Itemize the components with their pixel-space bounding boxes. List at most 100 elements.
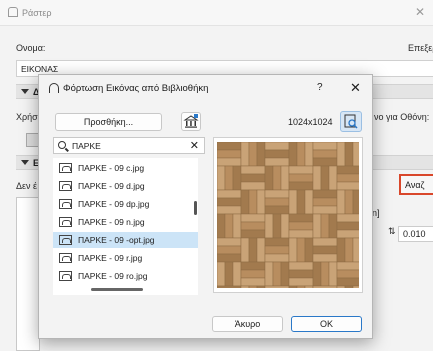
parquet-plank	[240, 142, 250, 167]
parquet-plank	[288, 285, 298, 288]
parquet-plank	[240, 189, 250, 215]
parquet-plank	[288, 213, 314, 223]
parquet-plank	[248, 285, 258, 288]
dialog-titlebar: Φόρτωση Εικόνας από Βιβλιοθήκη ? ✕	[39, 75, 372, 101]
collapse-triangle-icon	[21, 89, 29, 94]
parquet-plank	[224, 165, 234, 191]
parquet-plank	[240, 221, 266, 231]
parquet-plank	[336, 221, 359, 231]
parquet-plank	[320, 261, 330, 287]
image-file-icon	[59, 253, 72, 263]
spin-field[interactable]: 0.010	[398, 226, 433, 242]
parquet-plank	[217, 285, 242, 288]
parquet-plank	[240, 285, 250, 288]
window-titlebar: Ράστερ ✕	[0, 0, 433, 26]
image-file-icon	[59, 163, 72, 173]
left-panel	[16, 197, 40, 351]
library-manager-button[interactable]	[181, 112, 201, 131]
parquet-plank	[264, 157, 290, 167]
parquet-plank	[288, 181, 314, 191]
parquet-plank	[336, 277, 359, 287]
file-list[interactable]: ΠΑΡΚΕ - 09 c.jpg ΠΑΡΚΕ - 09 d.jpg ΠΑΡΚΕ - …	[53, 158, 198, 295]
file-list-item[interactable]: ΠΑΡΚΕ - 09 c.jpg	[53, 160, 198, 176]
parquet-plank	[328, 261, 338, 287]
parquet-plank	[264, 245, 290, 255]
cancel-button[interactable]: Άκυρο	[212, 316, 283, 332]
parquet-plank	[352, 237, 359, 263]
parquet-plank	[312, 157, 338, 167]
parquet-plank	[256, 189, 266, 215]
parquet-plank	[217, 253, 242, 263]
parquet-plank	[288, 221, 314, 231]
file-list-item[interactable]: ΠΑΡΚΕ - 09 n.jpg	[53, 214, 198, 230]
parquet-plank	[336, 285, 346, 288]
parquet-plank	[264, 253, 290, 263]
file-list-item[interactable]: ΠΑΡΚΕ - 09 r.jpg	[53, 250, 198, 266]
browse-button[interactable]: Αναζ	[399, 174, 433, 195]
parquet-plank	[232, 165, 242, 191]
vertical-scrollbar[interactable]	[194, 201, 197, 215]
parquet-plank	[217, 213, 226, 239]
parquet-texture-image	[217, 142, 359, 288]
parquet-plank	[312, 205, 338, 215]
parquet-plank	[217, 149, 242, 159]
parquet-plank	[217, 189, 242, 199]
file-name: ΠΑΡΚΕ - 09 c.jpg	[78, 163, 145, 173]
search-input[interactable]: ΠΑΡΚΕ ✕	[53, 137, 205, 154]
clear-search-icon[interactable]: ✕	[190, 139, 199, 152]
parquet-plank	[336, 237, 346, 263]
parquet-plank	[344, 285, 354, 288]
ok-button[interactable]: OK	[291, 316, 362, 332]
file-list-item[interactable]: ΠΑΡΚΕ - 09 -opt.jpg	[53, 232, 198, 248]
image-size-label: 1024x1024	[288, 117, 333, 127]
parquet-plank	[217, 261, 226, 287]
parquet-plank	[288, 229, 314, 239]
parquet-plank	[312, 261, 322, 287]
file-name: ΠΑΡΚΕ - 09 ro.jpg	[78, 271, 148, 281]
window-close-icon[interactable]: ✕	[415, 5, 425, 19]
parquet-plank	[336, 173, 359, 183]
parquet-plank	[312, 197, 338, 207]
add-button[interactable]: Προσθήκη...	[55, 113, 162, 131]
parquet-plank	[288, 261, 314, 271]
parquet-plank	[296, 142, 306, 167]
window-title: Ράστερ	[22, 8, 52, 18]
spin-arrows-icon[interactable]: ⇅	[388, 226, 396, 237]
file-list-item[interactable]: ΠΑΡΚΕ - 09 dp.jpg	[53, 196, 198, 212]
parquet-plank	[264, 285, 290, 288]
file-list-item[interactable]: ΠΑΡΚΕ - 09 d.jpg	[53, 178, 198, 194]
image-preview	[213, 137, 363, 293]
parquet-plank	[217, 237, 242, 247]
parquet-plank	[352, 142, 359, 167]
parquet-plank	[320, 213, 330, 239]
parquet-plank	[344, 142, 354, 167]
parquet-plank	[217, 245, 242, 255]
search-text: ΠΑΡΚΕ	[72, 141, 101, 151]
parquet-plank	[312, 245, 338, 255]
parquet-plank	[312, 165, 322, 191]
close-icon[interactable]: ✕	[350, 80, 361, 96]
parquet-plank	[280, 261, 290, 287]
parquet-plank	[336, 142, 346, 167]
parquet-plank	[336, 269, 359, 279]
parquet-plank	[328, 213, 338, 239]
parquet-plank	[240, 181, 266, 191]
parquet-plank	[240, 277, 266, 287]
file-list-item[interactable]: ΠΑΡΚΕ - 09 ro.jpg	[53, 268, 198, 284]
parquet-plank	[336, 213, 359, 223]
parquet-plank	[288, 165, 314, 175]
preview-toggle-button[interactable]	[340, 111, 362, 132]
bracket-label: n]	[372, 208, 380, 218]
image-file-icon	[59, 181, 72, 191]
preview-magnifier-icon	[344, 114, 358, 129]
help-icon[interactable]: ?	[317, 82, 323, 93]
horizontal-scrollbar[interactable]	[91, 288, 143, 291]
parquet-plank	[248, 237, 258, 263]
window-app-icon	[8, 7, 18, 17]
parquet-plank	[312, 142, 338, 151]
parquet-plank	[296, 285, 306, 288]
image-file-icon	[59, 217, 72, 227]
parquet-plank	[264, 261, 274, 287]
parquet-plank	[312, 213, 322, 239]
parquet-plank	[240, 173, 266, 183]
